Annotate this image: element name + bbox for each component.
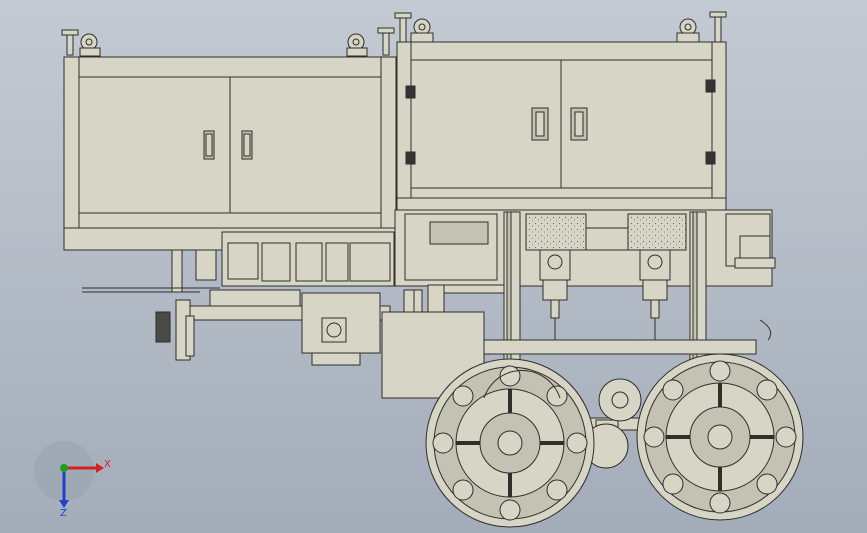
drive-wheel-left	[425, 358, 595, 528]
axis-x-label: X	[104, 459, 111, 470]
coordinate-triad-icon: X Z	[34, 441, 111, 519]
left-cabinet	[63, 56, 397, 251]
axis-z-label: Z	[60, 508, 67, 519]
right-cabinet	[396, 41, 727, 211]
axis-y-marker	[60, 464, 68, 472]
cad-viewport[interactable]: X Z	[0, 0, 867, 533]
drive-wheel-right	[636, 353, 804, 521]
left-cabinet-door-2	[229, 76, 382, 214]
machine-model: X Z	[34, 11, 804, 528]
